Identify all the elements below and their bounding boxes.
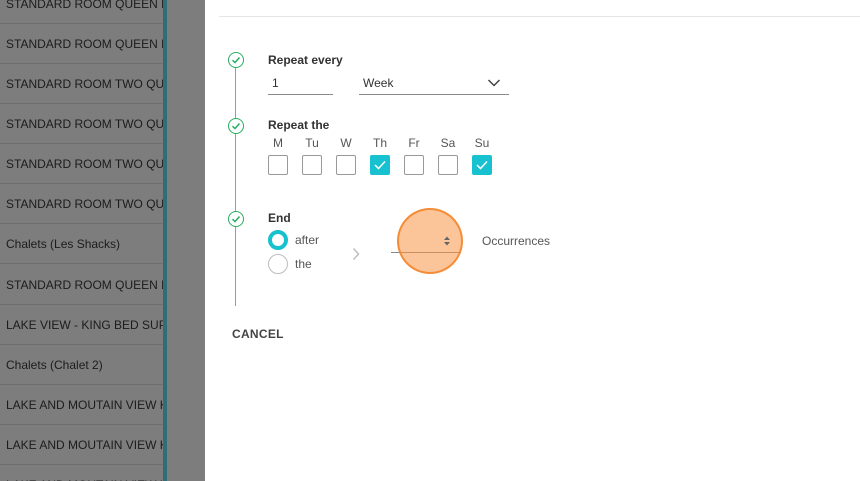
day-tuesday: Tu	[302, 136, 322, 175]
list-item: STANDARD ROOM QUEEN BED	[0, 265, 164, 305]
day-label: Tu	[305, 136, 319, 150]
chevron-right-icon	[352, 248, 360, 260]
repeat-every-label: Repeat every	[268, 53, 343, 67]
list-item: LAKE AND MOUTAIN VIEW KING	[0, 465, 164, 481]
day-checkbox-thursday[interactable]	[370, 155, 390, 175]
day-wednesday: W	[336, 136, 356, 175]
day-sunday: Su	[472, 136, 492, 175]
day-checkbox-saturday[interactable]	[438, 155, 458, 175]
list-item: STANDARD ROOM TWO QUEEN	[0, 104, 164, 144]
day-label: Sa	[440, 136, 456, 150]
day-checkbox-sunday[interactable]	[472, 155, 492, 175]
list-item: Chalets (Les Shacks)	[0, 224, 164, 264]
checkmark-icon	[476, 160, 488, 170]
day-checkbox-friday[interactable]	[404, 155, 424, 175]
day-label: Su	[474, 136, 490, 150]
end-on-date-radio[interactable]	[268, 254, 288, 274]
check-circle-icon	[228, 118, 244, 134]
list-item: LAKE AND MOUTAIN VIEW KING	[0, 385, 164, 425]
repeat-unit-select[interactable]: Week	[359, 73, 509, 95]
repeat-the-label: Repeat the	[268, 118, 330, 132]
chevron-down-icon	[487, 79, 501, 87]
day-label: M	[273, 136, 283, 150]
day-label: Th	[372, 136, 387, 150]
day-monday: M	[268, 136, 288, 175]
end-on-date-label: the	[295, 257, 312, 271]
end-after-radio[interactable]	[268, 230, 288, 250]
spinner-arrows-icon[interactable]	[443, 235, 451, 247]
list-item: STANDARD ROOM QUEEN BED	[0, 0, 164, 24]
day-checkbox-tuesday[interactable]	[302, 155, 322, 175]
day-friday: Fr	[404, 136, 424, 175]
day-thursday: Th	[370, 136, 390, 175]
list-item: LAKE AND MOUTAIN VIEW KING	[0, 425, 164, 465]
list-item: STANDARD ROOM TWO QUEEN	[0, 184, 164, 224]
list-item: STANDARD ROOM TWO QUEEN	[0, 64, 164, 104]
day-saturday: Sa	[438, 136, 458, 175]
check-circle-icon	[228, 211, 244, 227]
day-checkbox-monday[interactable]	[268, 155, 288, 175]
click-highlight	[397, 208, 463, 274]
list-divider-bar	[163, 0, 167, 481]
background-room-list: STANDARD ROOM QUEEN BED STANDARD ROOM QU…	[0, 0, 205, 481]
end-after-label: after	[295, 233, 320, 247]
recurrence-panel: Repeat every 1 Week Repeat the M Tu W Th…	[205, 0, 860, 481]
list-item: STANDARD ROOM QUEEN BED	[0, 24, 164, 64]
checkmark-icon	[374, 160, 386, 170]
list-item: Chalets (Chalet 2)	[0, 345, 164, 385]
day-label: W	[340, 136, 352, 150]
repeat-interval-input[interactable]: 1	[268, 73, 333, 95]
repeat-unit-value: Week	[363, 76, 394, 90]
check-circle-icon	[228, 52, 244, 68]
day-label: Fr	[408, 136, 420, 150]
stepper-line	[235, 68, 236, 306]
day-checkbox-wednesday[interactable]	[336, 155, 356, 175]
list-item: LAKE VIEW - KING BED SUPERIOR	[0, 305, 164, 345]
end-label: End	[268, 211, 291, 225]
list-item: STANDARD ROOM TWO QUEEN	[0, 144, 164, 184]
cancel-button[interactable]: CANCEL	[232, 327, 284, 341]
occurrences-label: Occurrences	[482, 234, 551, 248]
divider	[219, 16, 860, 17]
